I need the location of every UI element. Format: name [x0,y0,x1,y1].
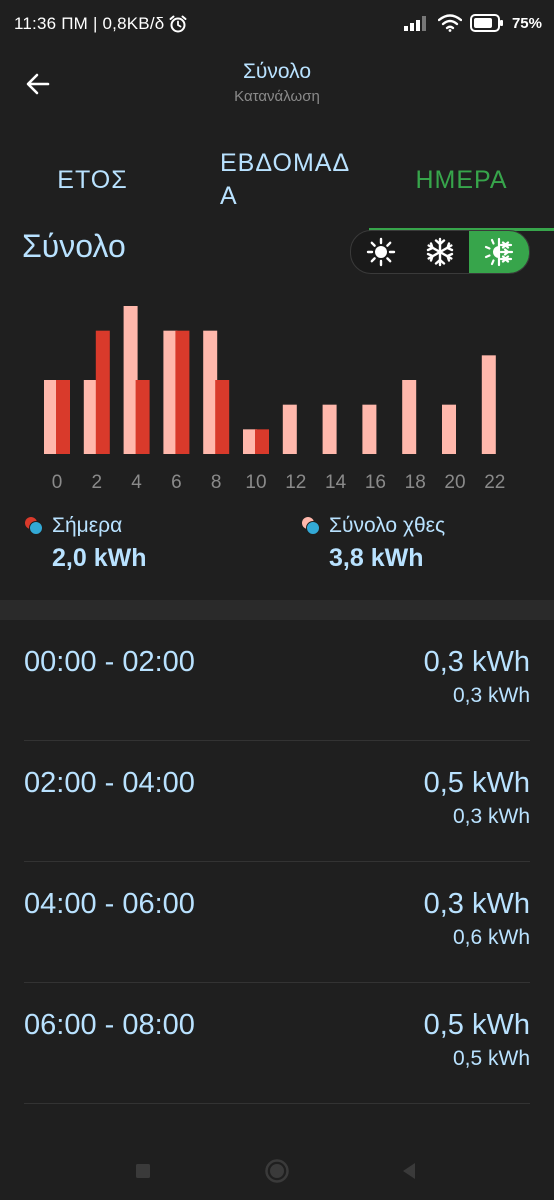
bar-yesterday-10 [243,429,257,454]
interval-value: 0,5 kWh [423,767,530,799]
mode-heating-button[interactable] [351,231,410,273]
app-header: Σύνολο Κατανάλωση [0,50,554,120]
tab-day-label: ΗΜΕΡΑ [415,165,508,194]
mode-cooling-button[interactable] [410,231,469,273]
bar-yesterday-0 [44,380,58,454]
bar-today-10 [255,429,269,454]
status-right: 75% [403,14,542,32]
interval-value: 0,3 kWh [423,888,530,920]
bar-today-6 [175,330,190,454]
section-divider [0,600,554,620]
list-item[interactable]: 00:00 - 02:00 0,3 kWh 0,3 kWh [24,620,530,741]
bar-yesterday-12 [282,404,297,454]
bar-yesterday-6 [163,330,178,454]
interval-list: 00:00 - 02:00 0,3 kWh 0,3 kWh 02:00 - 04… [0,620,554,1104]
interval-value: 0,3 kWh [423,646,530,678]
interval-time: 04:00 - 06:00 [24,888,195,920]
screen: 11:36 ΠΜ | 0,8KB/δ 75% Σύνολο Κατανάλωση… [0,0,554,1200]
bar-yesterday-18 [402,380,417,454]
x-tick-label: 8 [211,472,222,493]
interval-previous-value: 0,5 kWh [452,1047,530,1070]
square-icon [136,1164,150,1178]
x-tick-label: 22 [484,472,505,493]
battery-percent: 75% [511,14,542,32]
bar-yesterday-20 [442,404,456,454]
bar-yesterday-14 [322,404,337,454]
list-item[interactable]: 04:00 - 06:00 0,3 kWh 0,6 kWh [24,862,530,983]
wifi-icon [437,14,462,32]
status-left: 11:36 ΠΜ | 0,8KB/δ [14,14,188,34]
nav-home-button[interactable] [262,1156,292,1186]
tab-week-label: ΕΒΔΟΜΑΔ Α [194,147,360,213]
battery-icon [469,14,503,32]
x-tick-label: 12 [285,472,306,493]
bar-yesterday-22 [481,355,496,454]
bar-today-0 [56,380,70,454]
bar-today-2 [95,330,110,454]
legend-yesterday-dot-icon [302,517,320,535]
legend-today-label: Σήμερα [52,514,123,537]
system-nav-bar [0,1140,554,1200]
list-item[interactable]: 06:00 - 08:00 0,5 kWh 0,5 kWh [24,983,530,1104]
x-tick-label: 4 [131,472,142,493]
x-tick-label: 14 [325,472,347,493]
tab-week[interactable]: ΕΒΔΟΜΑΔ Α [185,130,369,230]
x-tick-label: 20 [444,472,465,493]
interval-previous-value: 0,3 kWh [452,805,530,828]
x-tick-label: 0 [52,472,63,493]
status-time-speed: 11:36 ΠΜ | 0,8KB/δ [14,14,165,33]
mode-combined-button[interactable] [469,231,529,273]
tab-year-label: ΕΤΟΣ [57,165,128,194]
snowflake-icon [426,237,453,267]
x-tick-label: 10 [245,472,266,493]
legend-yesterday-value: 3,8 kWh [329,544,424,572]
bar-today-4 [135,380,150,454]
legend-today-value: 2,0 kWh [52,544,147,572]
triangle-back-icon [403,1163,415,1179]
signal-icon [403,16,426,31]
nav-recents-button[interactable] [128,1156,158,1186]
interval-previous-value: 0,3 kWh [452,684,530,707]
sun-snowflake-icon [484,237,514,267]
bar-yesterday-4 [123,306,138,454]
interval-time: 06:00 - 08:00 [24,1009,195,1041]
mode-toggle [350,230,530,274]
bar-yesterday-2 [83,380,98,454]
consumption-chart: 0 2 4 6 8 10 12 14 16 18 20 22 [44,306,505,493]
legend-today-dot-icon [25,517,43,535]
x-tick-label: 2 [92,472,103,493]
page-title: Σύνολο [242,60,312,83]
interval-time: 00:00 - 02:00 [24,646,195,678]
section-title: Σύνολο [22,228,126,264]
x-tick-label: 6 [171,472,182,493]
bar-today-8 [215,380,230,454]
bar-yesterday-16 [362,404,377,454]
interval-value: 0,5 kWh [423,1009,530,1041]
bar-yesterday-8 [203,330,218,454]
nav-back-button[interactable] [394,1156,424,1186]
period-tabs: ΕΤΟΣ ΕΒΔΟΜΑΔ Α ΗΜΕΡΑ [0,130,554,231]
circle-icon [265,1159,289,1183]
x-tick-label: 16 [365,472,386,493]
page-subtitle: Κατανάλωση [234,88,320,105]
tab-week-label-line1: ΕΒΔΟΜΑΔ Α [220,149,351,210]
list-item[interactable]: 02:00 - 04:00 0,5 kWh 0,3 kWh [24,741,530,862]
tab-year[interactable]: ΕΤΟΣ [0,130,185,230]
interval-time: 02:00 - 04:00 [24,767,195,799]
sun-icon [366,237,395,267]
x-tick-label: 18 [405,472,426,493]
legend-yesterday-label: Σύνολο χθες [329,514,446,537]
status-bar: 11:36 ΠΜ | 0,8KB/δ 75% [0,0,554,50]
alarm-icon [169,15,187,33]
tab-day[interactable]: ΗΜΕΡΑ [369,130,554,230]
interval-previous-value: 0,6 kWh [452,926,530,949]
